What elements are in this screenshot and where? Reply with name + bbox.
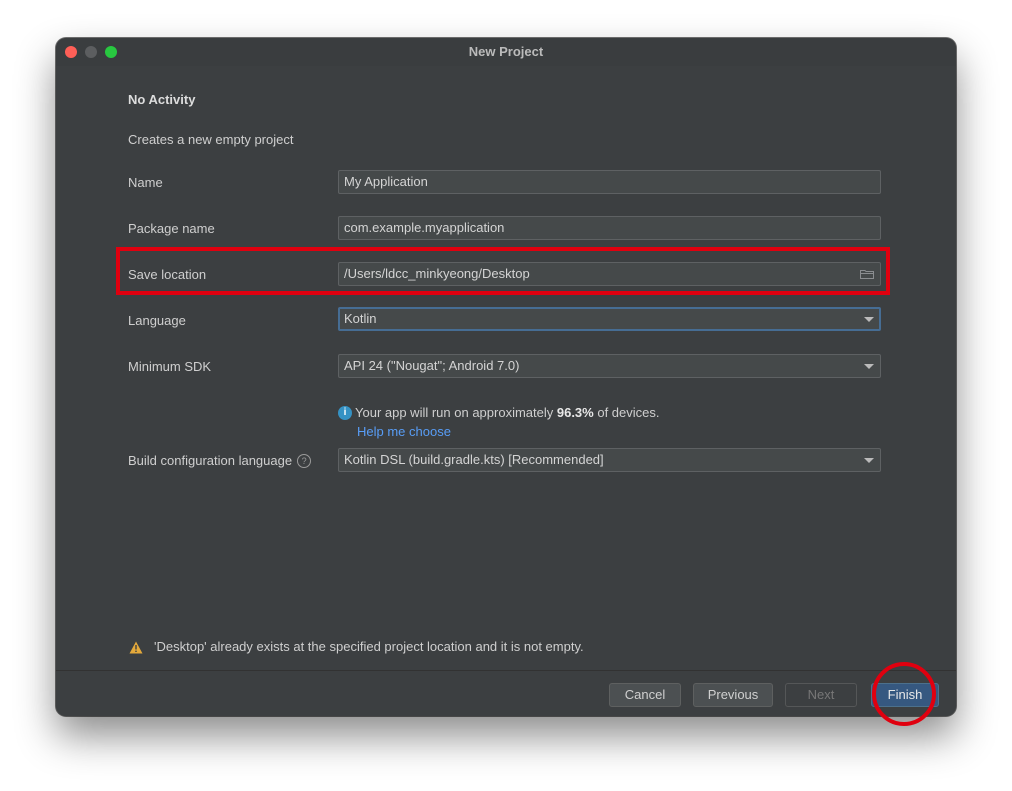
save-location-field-value: /Users/ldcc_minkyeong/Desktop: [344, 266, 530, 281]
sdk-coverage-suffix: of devices.: [593, 405, 660, 420]
previous-button[interactable]: Previous: [693, 683, 773, 707]
sdk-coverage-info: Your app will run on approximately 96.3%…: [355, 405, 660, 420]
sdk-coverage-prefix: Your app will run on approximately: [355, 405, 557, 420]
location-warning-text: 'Desktop' already exists at the specifie…: [154, 639, 584, 654]
finish-button[interactable]: Finish: [871, 683, 939, 707]
save-location-label: Save location: [128, 267, 207, 282]
dialog-footer: Cancel Previous Next Finish: [56, 671, 956, 716]
template-heading: No Activity: [128, 92, 196, 107]
cancel-button[interactable]: Cancel: [609, 683, 681, 707]
template-description: Creates a new empty project: [128, 132, 294, 147]
save-location-field[interactable]: /Users/ldcc_minkyeong/Desktop: [338, 262, 881, 286]
question-mark-icon[interactable]: ?: [297, 454, 312, 468]
warning-triangle-icon: [129, 641, 143, 654]
build-config-language-select-value: Kotlin DSL (build.gradle.kts) [Recommend…: [344, 452, 604, 467]
language-select[interactable]: Kotlin: [338, 307, 881, 331]
package-name-label: Package name: [128, 221, 215, 236]
window-title: New Project: [468, 44, 544, 59]
chevron-down-icon: [864, 458, 874, 463]
build-config-language-label: Build configuration language: [128, 453, 293, 468]
name-field-value: My Application: [344, 174, 428, 189]
build-config-language-select[interactable]: Kotlin DSL (build.gradle.kts) [Recommend…: [338, 448, 881, 472]
minimum-sdk-select-value: API 24 ("Nougat"; Android 7.0): [344, 358, 520, 373]
chevron-down-icon: [864, 317, 874, 322]
chevron-down-icon: [864, 364, 874, 369]
title-bar: New Project: [56, 38, 956, 66]
dialog-content: No Activity Creates a new empty project …: [56, 66, 956, 670]
sdk-coverage-percent: 96.3%: [556, 405, 594, 420]
minimum-sdk-select[interactable]: API 24 ("Nougat"; Android 7.0): [338, 354, 881, 378]
language-label: Language: [128, 313, 186, 328]
build-config-language-label-row: Build configuration language?: [128, 453, 312, 468]
name-field[interactable]: My Application: [338, 170, 881, 194]
help-me-choose-link[interactable]: Help me choose: [357, 424, 451, 439]
name-label: Name: [128, 175, 163, 190]
info-icon: i: [338, 406, 352, 420]
folder-icon[interactable]: [860, 269, 874, 279]
minimum-sdk-label: Minimum SDK: [128, 359, 212, 374]
package-name-field[interactable]: com.example.myapplication: [338, 216, 881, 240]
package-name-field-value: com.example.myapplication: [344, 220, 505, 235]
language-select-value: Kotlin: [344, 311, 377, 326]
new-project-dialog: New Project No Activity Creates a new em…: [56, 38, 956, 716]
next-button[interactable]: Next: [785, 683, 857, 707]
